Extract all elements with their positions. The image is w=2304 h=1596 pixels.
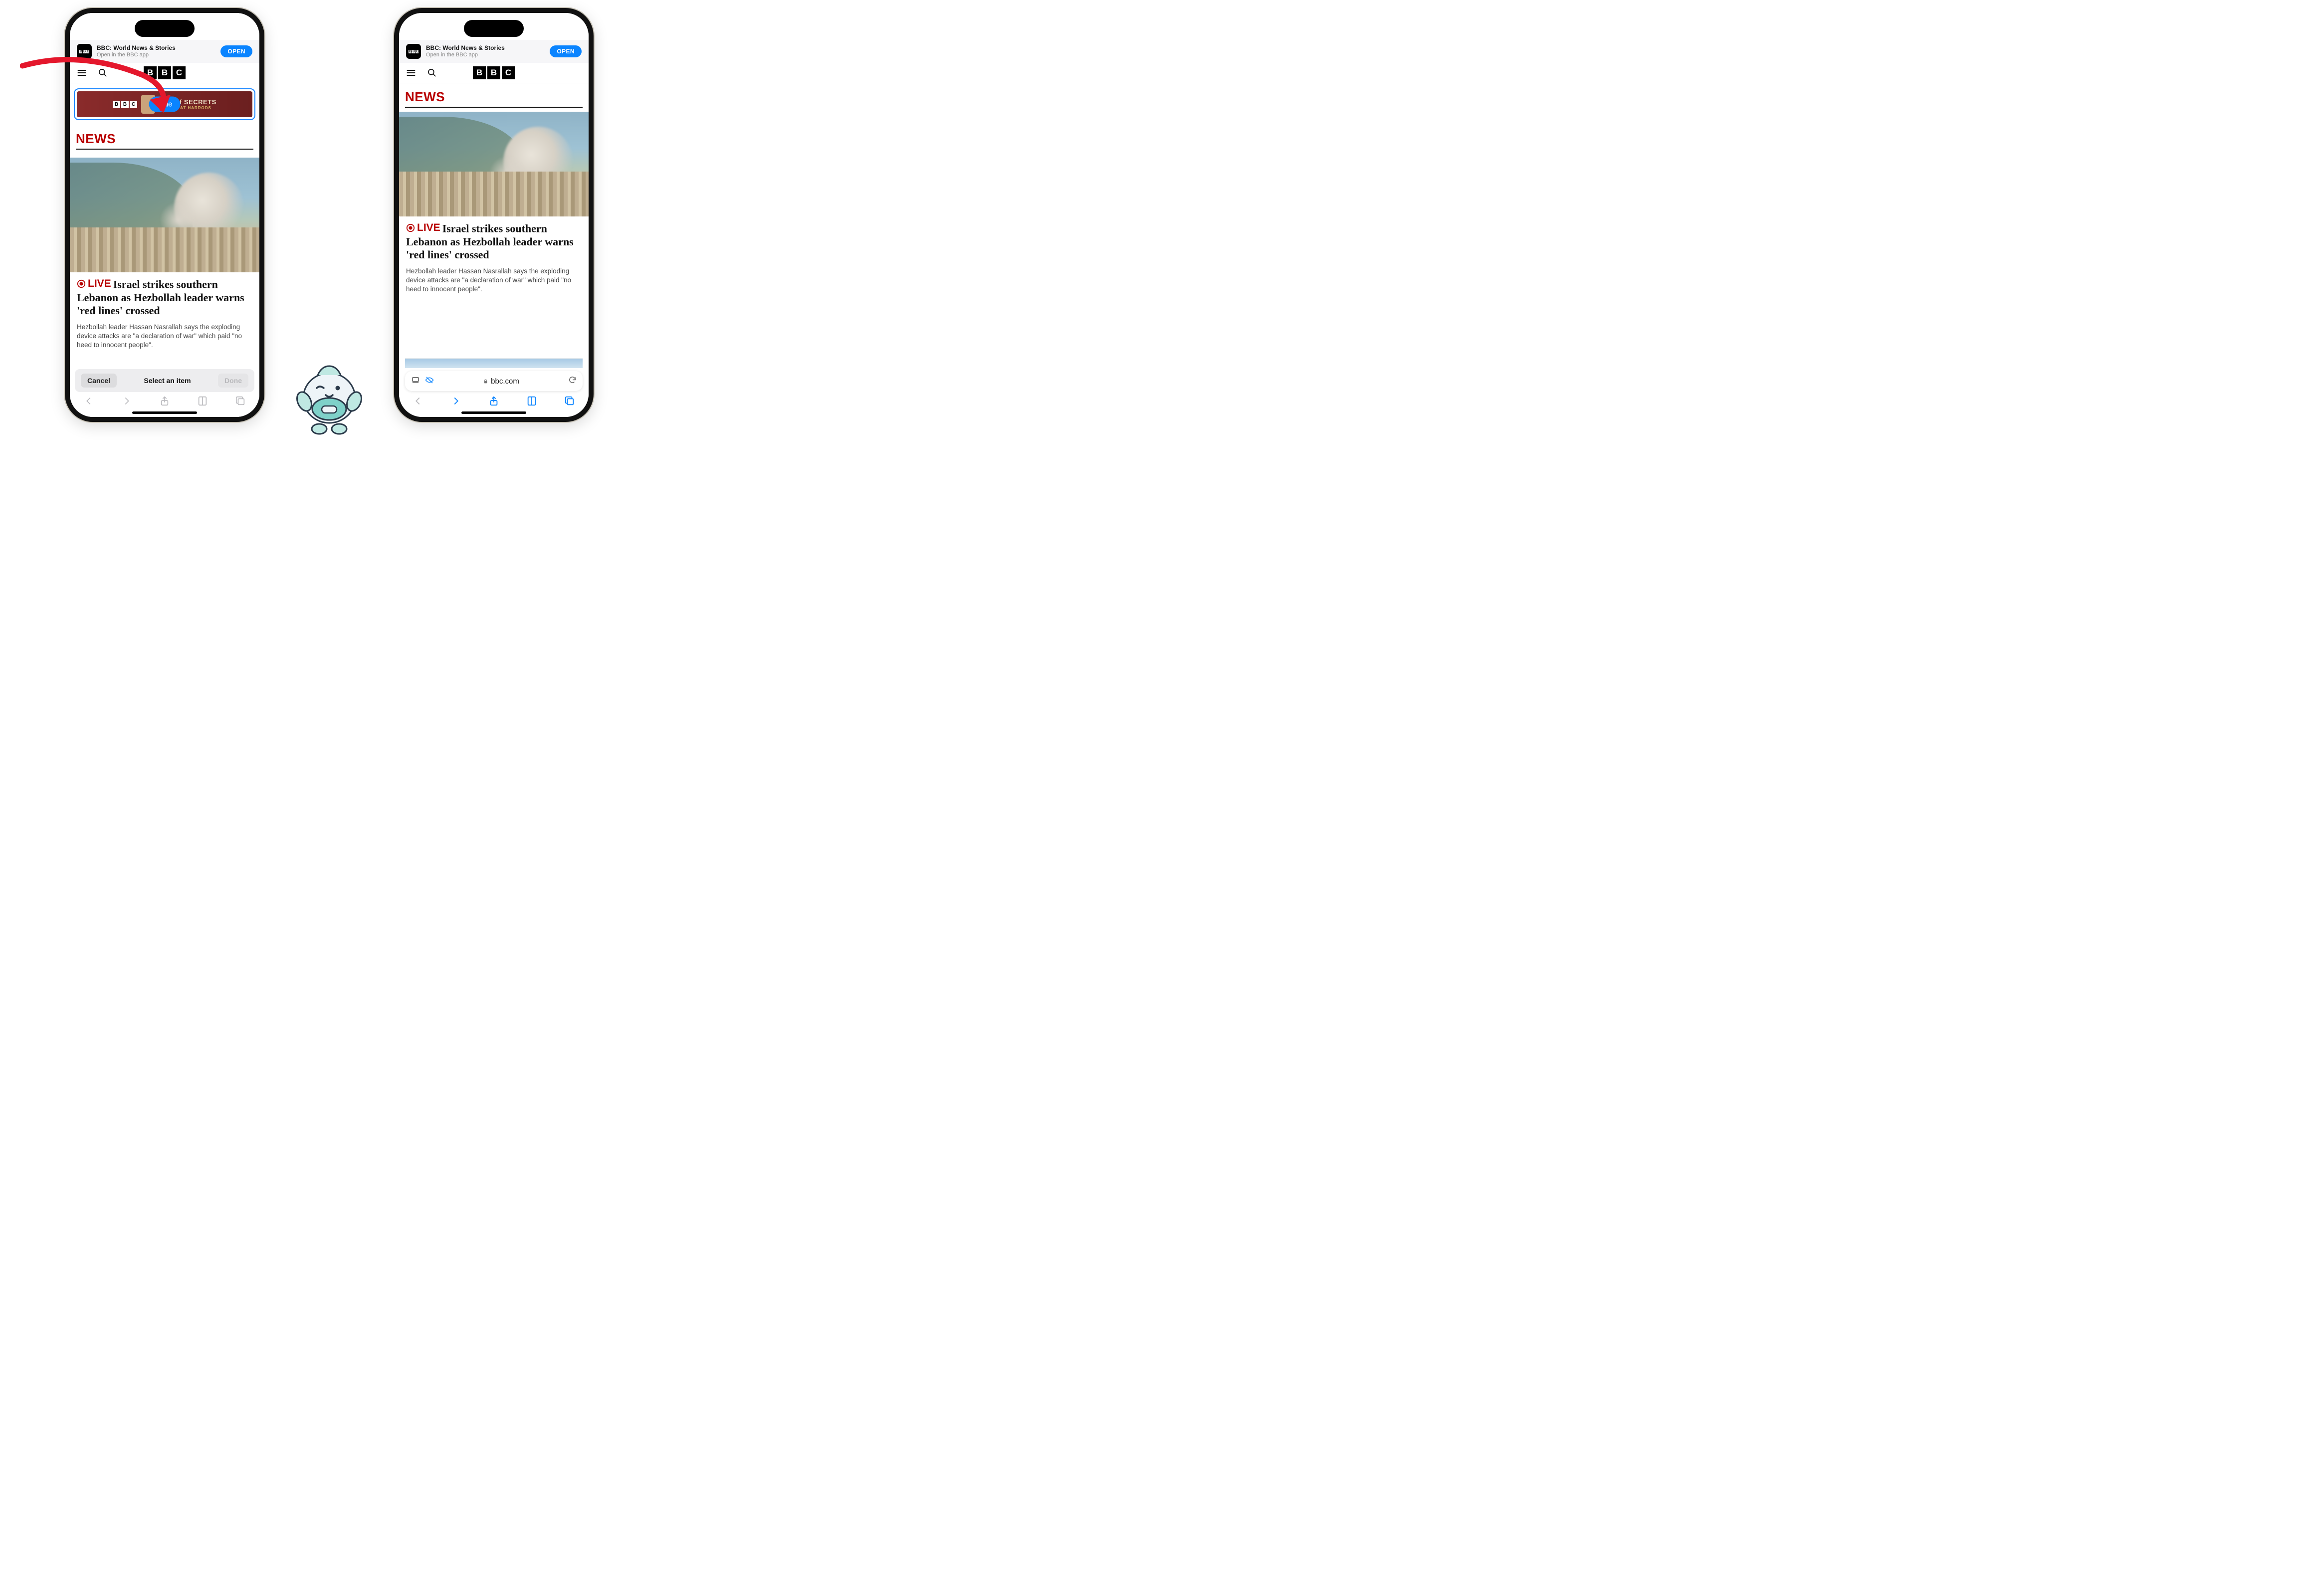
smart-app-banner: BBC BBC: World News & Stories Open in th…	[399, 40, 589, 63]
section-heading: NEWS	[405, 89, 583, 108]
bbc-logo[interactable]: B B C	[473, 66, 515, 79]
headline: LIVE Israel strikes southern Lebanon as …	[77, 277, 252, 318]
reload-icon[interactable]	[568, 376, 577, 387]
selection-title: Select an item	[144, 377, 191, 385]
article-summary: Hezbollah leader Hassan Nasrallah says t…	[77, 323, 252, 350]
home-indicator	[461, 411, 526, 414]
hero-image[interactable]	[399, 112, 589, 216]
menu-icon[interactable]	[77, 68, 87, 78]
bbc-logo[interactable]: B B C	[144, 66, 186, 79]
app-banner-title: BBC: World News & Stories	[97, 45, 215, 51]
next-article-peek[interactable]	[405, 358, 583, 368]
ad-selection-box[interactable]: BBC RLD of SECRETS EDATOR AT HARRODS Hid…	[74, 88, 255, 120]
tabs-icon[interactable]	[564, 396, 575, 409]
app-banner-subtitle: Open in the BBC app	[426, 52, 545, 58]
cancel-button[interactable]: Cancel	[81, 374, 117, 388]
safari-toolbar-dimmed	[70, 392, 259, 412]
live-badge: LIVE	[77, 277, 111, 290]
app-banner-title: BBC: World News & Stories	[426, 45, 545, 51]
dynamic-island	[464, 20, 524, 37]
forward-icon	[121, 396, 132, 409]
site-header: B B C	[399, 63, 589, 83]
phone-frame-before: BBC BBC: World News & Stories Open in th…	[65, 8, 264, 422]
search-icon[interactable]	[98, 68, 108, 78]
article-summary: Hezbollah leader Hassan Nasrallah says t…	[406, 267, 582, 294]
back-icon	[83, 396, 94, 409]
hide-button[interactable]: Hide	[149, 97, 181, 112]
section-heading: NEWS	[76, 131, 253, 150]
privacy-icon[interactable]	[425, 376, 434, 387]
open-app-button[interactable]: OPEN	[550, 45, 582, 57]
bookmarks-icon[interactable]	[526, 396, 537, 409]
url-text[interactable]: bbc.com	[434, 377, 568, 386]
search-icon[interactable]	[427, 68, 437, 78]
page-settings-icon[interactable]	[411, 376, 420, 387]
open-app-button[interactable]: OPEN	[220, 45, 252, 57]
address-bar[interactable]: bbc.com	[405, 371, 583, 391]
tabs-icon	[235, 396, 246, 409]
lead-article[interactable]: LIVE Israel strikes southern Lebanon as …	[70, 272, 259, 355]
safari-toolbar	[399, 392, 589, 412]
share-icon[interactable]	[488, 396, 499, 409]
lock-icon	[483, 379, 488, 384]
lead-article[interactable]: LIVE Israel strikes southern Lebanon as …	[399, 216, 589, 299]
headline: LIVE Israel strikes southern Lebanon as …	[406, 221, 582, 262]
bookmarks-icon	[197, 396, 208, 409]
mascot-character	[287, 359, 372, 439]
smart-app-banner: BBC BBC: World News & Stories Open in th…	[70, 40, 259, 63]
menu-icon[interactable]	[406, 68, 416, 78]
app-icon: BBC	[77, 44, 92, 59]
app-icon: BBC	[406, 44, 421, 59]
phone-frame-after: BBC BBC: World News & Stories Open in th…	[394, 8, 594, 422]
app-banner-subtitle: Open in the BBC app	[97, 52, 215, 58]
home-indicator	[132, 411, 197, 414]
done-button: Done	[218, 374, 248, 388]
back-icon	[413, 396, 423, 409]
selection-toolbar: Cancel Select an item Done	[75, 369, 254, 392]
share-icon	[159, 396, 170, 409]
hero-image[interactable]	[70, 158, 259, 272]
dynamic-island	[135, 20, 195, 37]
forward-icon[interactable]	[450, 396, 461, 409]
site-header: B B C	[70, 63, 259, 83]
live-badge: LIVE	[406, 221, 440, 234]
